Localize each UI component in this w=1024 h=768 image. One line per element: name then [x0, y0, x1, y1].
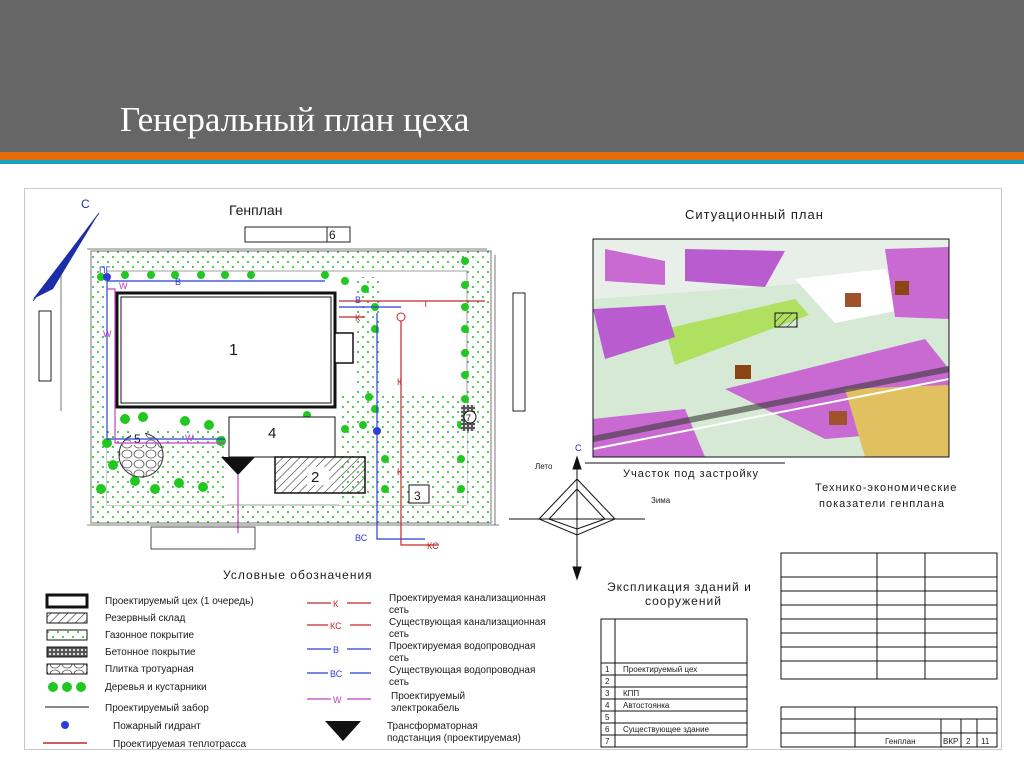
legend-net-code-4: ВС: [330, 669, 343, 679]
legend-item-1: Проектируемый цех (1 очередь): [105, 596, 254, 607]
legend-item-4: Бетонное покрытие: [105, 647, 196, 658]
svg-text:К: К: [397, 467, 403, 477]
legend-net-code-3: В: [333, 645, 339, 655]
genplan-sheet-number: 6: [329, 228, 336, 242]
existing-cable-label-box: [150, 526, 256, 550]
situation-map: [592, 238, 950, 458]
legend-title: Условные обозначения: [223, 568, 373, 582]
svg-text:ВС: ВС: [355, 533, 368, 543]
svg-text:В: В: [175, 277, 181, 287]
explication-title-2: сооружений: [645, 594, 722, 608]
tep-title-1: Технико-экономические: [815, 482, 957, 494]
legend-net-4a: Существующая водопроводная: [389, 665, 535, 676]
wind-rose-winter: Зима: [651, 496, 671, 505]
wind-rose-north: С: [575, 443, 582, 453]
legend-net-2b: сеть: [389, 629, 409, 640]
legend-net-code-1: К: [333, 599, 339, 609]
tep-title-2: показатели генплана: [819, 498, 945, 510]
building-4-label: 4: [268, 425, 276, 442]
wind-rose-summer: Лето: [535, 462, 553, 471]
building-7-label: 7: [466, 413, 471, 423]
slide-title: Генеральный план цеха: [120, 100, 470, 139]
genplan-title: Генплан: [229, 202, 282, 218]
legend-item-5: Плитка тротуарная: [105, 664, 194, 675]
legend-net-6b: подстанция (проектируемая): [387, 733, 521, 744]
north-label: С: [81, 197, 90, 211]
svg-text:W: W: [103, 329, 112, 339]
svg-text:W: W: [119, 281, 128, 291]
expl-num-3: 3: [605, 689, 610, 698]
expl-num-7: 7: [605, 737, 610, 746]
expl-num-6: 6: [605, 725, 610, 734]
tep-table: [780, 552, 998, 680]
header-accent-orange: [0, 152, 1024, 160]
legend-item-6: Деревья и кустарники: [105, 682, 207, 693]
stamp-stage: ВКР: [943, 737, 958, 746]
legend-net-4b: сеть: [389, 677, 409, 688]
legend-transformer-icon: [325, 721, 361, 741]
expl-name-6: Существующее здание: [623, 725, 710, 734]
svg-text:W: W: [185, 433, 194, 443]
drawing-sheet: Генплан 6 С 1 4 2 5 3 7 В W W W ПГ В ВС …: [24, 188, 1002, 750]
header-accent-blue: [0, 160, 1024, 164]
legend-swatches: [43, 593, 89, 744]
expl-num-4: 4: [605, 701, 610, 710]
expl-name-4: Автостоянка: [623, 701, 670, 710]
expl-num-2: 2: [605, 677, 610, 686]
expl-name-1: Проектируемый цех: [623, 665, 697, 674]
fire-hydrant-icon: [373, 427, 381, 435]
legend-item-8: Пожарный гидрант: [113, 721, 201, 732]
legend-net-code-2: КС: [330, 621, 342, 631]
expl-num-5: 5: [605, 713, 610, 722]
situation-caption: Участок под застройку: [623, 468, 759, 480]
building-2-label: 2: [311, 469, 319, 486]
legend-item-2: Резервный склад: [105, 613, 185, 624]
building-1-label: 1: [229, 342, 238, 359]
legend-item-9: Проектируемая теплотрасса: [113, 739, 246, 749]
legend-net-1a: Проектируемая канализационная: [389, 593, 546, 604]
explication-title-1: Экспликация зданий и: [607, 580, 752, 594]
svg-text:Т: Т: [423, 299, 429, 309]
stamp-sheets: 11: [981, 737, 990, 746]
svg-text:КС: КС: [427, 541, 439, 551]
stamp-sheet: 2: [966, 737, 971, 746]
svg-text:В: В: [355, 295, 361, 305]
legend-item-3: Газонное покрытие: [105, 630, 195, 641]
svg-text:К: К: [355, 313, 361, 323]
legend-net-1b: сеть: [389, 605, 409, 616]
expl-name-3: КПП: [623, 689, 639, 698]
expl-num-1: 1: [605, 665, 610, 674]
building-4: [228, 416, 336, 458]
legend-net-3b: сеть: [389, 653, 409, 664]
stamp-sheet-name: Генплан: [885, 737, 916, 746]
legend-net-code-5: W: [333, 695, 342, 705]
legend-net-5b: электрокабель: [391, 702, 460, 714]
legend-net-3a: Проектируемая водопроводная: [389, 641, 535, 652]
svg-text:К: К: [397, 377, 403, 387]
legend-net-5a: Проектируемый: [391, 691, 465, 702]
existing-sewer-label-box: [512, 292, 526, 412]
building-3-label: 3: [414, 489, 421, 503]
existing-water-label-box: [38, 310, 52, 382]
legend-net-2a: Существующая канализационная: [389, 617, 546, 628]
situation-title: Ситуационный план: [685, 207, 824, 222]
legend-item-7: Проектируемый забор: [105, 702, 209, 714]
building-1: [115, 291, 337, 409]
drawing-svg: Генплан 6 С 1 4 2 5 3 7 В W W W ПГ В ВС …: [32, 197, 998, 749]
legend-net-6a: Трансформаторная: [387, 720, 478, 732]
